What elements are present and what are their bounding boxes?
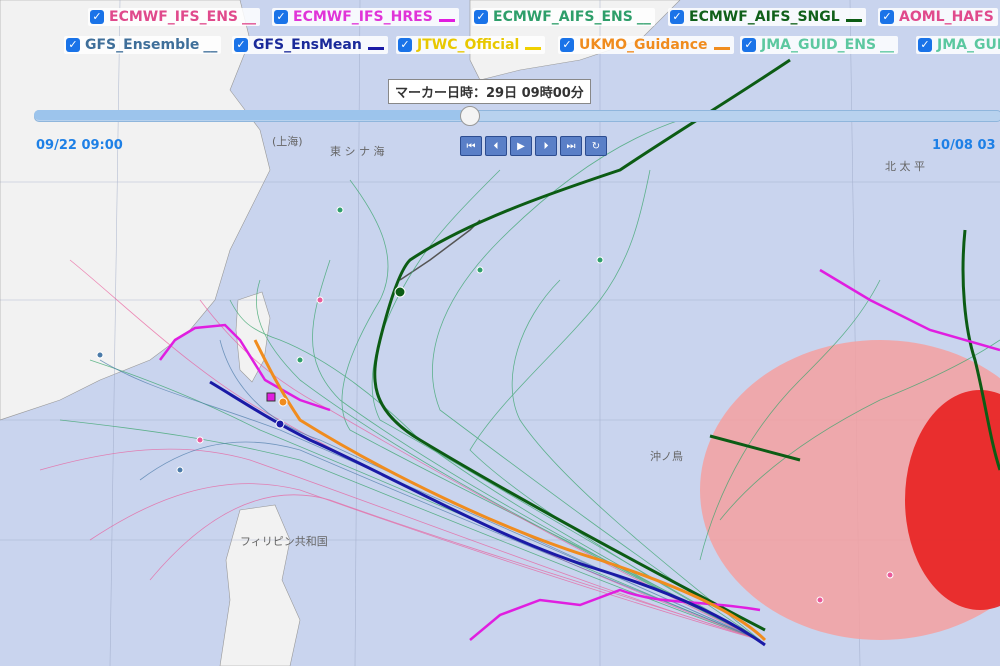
legend-suffix: __	[880, 37, 895, 53]
map-label-pacific: 北 太 平	[885, 160, 925, 173]
timeline-slider-fill	[34, 110, 469, 120]
legend-item-ecmwf-aifs-sngl[interactable]: ✓ ECMWF_AIFS_SNGL	[668, 8, 866, 26]
legend-item-gfs-ensmean[interactable]: ✓ GFS_EnsMean	[232, 36, 388, 54]
legend-line-swatch	[845, 18, 862, 22]
checkbox-checked-icon[interactable]: ✓	[274, 10, 288, 24]
legend-label: GFS_Ensemble	[85, 37, 200, 53]
legend-line-swatch	[438, 18, 455, 22]
legend-label: UKMO_Guidance	[579, 37, 708, 53]
checkbox-checked-icon[interactable]: ✓	[66, 38, 80, 52]
legend-line-swatch	[367, 46, 384, 50]
legend-item-aoml-hafs[interactable]: ✓ AOML_HAFS	[878, 8, 998, 26]
map-label-philippines: フィリピン共和国	[240, 535, 328, 548]
legend-suffix: __	[203, 37, 218, 53]
legend-line-swatch	[525, 46, 542, 50]
legend-item-jtwc-official[interactable]: ✓ JTWC_Official	[396, 36, 546, 54]
checkbox-checked-icon[interactable]: ✓	[398, 38, 412, 52]
last-frame-button[interactable]: ⏭	[560, 136, 582, 156]
legend-label: ECMWF_IFS_ENS	[109, 9, 238, 25]
checkbox-checked-icon[interactable]: ✓	[918, 38, 932, 52]
marker-time-label: マーカー日時：29日 09時00分	[388, 79, 591, 104]
timeline-slider-thumb[interactable]	[459, 106, 480, 126]
map-label-east-china-sea: 東 シ ナ 海	[330, 144, 385, 158]
map-label-shanghai: (上海)	[272, 134, 303, 148]
checkbox-checked-icon[interactable]: ✓	[560, 38, 574, 52]
legend-label: JTWC_Official	[417, 37, 520, 53]
play-button[interactable]: ▶	[510, 136, 532, 156]
legend-label: ECMWF_AIFS_SNGL	[689, 9, 840, 25]
legend-item-ukmo-guidance[interactable]: ✓ UKMO_Guidance	[558, 36, 734, 54]
legend-suffix: __	[636, 9, 651, 25]
legend-label: ECMWF_IFS_HRES	[293, 9, 433, 25]
legend-item-jma-guid-ens[interactable]: ✓ JMA_GUID_ENS __	[740, 36, 899, 54]
playback-controls: ⏮ ⏴ ▶ ⏵ ⏭ ↻	[460, 136, 607, 156]
checkbox-checked-icon[interactable]: ✓	[742, 38, 756, 52]
legend-line-swatch	[713, 46, 730, 50]
map-label-okino: 沖ノ鳥	[650, 449, 683, 463]
legend-suffix: __	[242, 9, 256, 25]
checkbox-checked-icon[interactable]: ✓	[670, 10, 684, 24]
step-back-button[interactable]: ⏴	[485, 136, 507, 156]
timeline-start-label: 09/22 09:00	[36, 138, 123, 153]
legend-label: GFS_EnsMean	[253, 37, 362, 53]
checkbox-checked-icon[interactable]: ✓	[880, 10, 894, 24]
legend-item-gfs-ensemble[interactable]: ✓ GFS_Ensemble __	[64, 36, 222, 54]
checkbox-checked-icon[interactable]: ✓	[474, 10, 488, 24]
legend-label: JMA_GUI	[937, 37, 1000, 53]
step-forward-button[interactable]: ⏵	[535, 136, 557, 156]
reset-button[interactable]: ↻	[585, 136, 607, 156]
checkbox-checked-icon[interactable]: ✓	[234, 38, 248, 52]
legend-item-jma-gui[interactable]: ✓ JMA_GUI	[916, 36, 1000, 54]
legend-label: AOML_HAFS	[899, 9, 994, 25]
legend-item-ecmwf-aifs-ens[interactable]: ✓ ECMWF_AIFS_ENS __	[472, 8, 655, 26]
legend-item-ecmwf-ifs-hres[interactable]: ✓ ECMWF_IFS_HRES	[272, 8, 459, 26]
first-frame-button[interactable]: ⏮	[460, 136, 482, 156]
timeline-end-label: 10/08 03	[932, 138, 996, 153]
checkbox-checked-icon[interactable]: ✓	[90, 10, 104, 24]
legend-item-ecmwf-ifs-ens[interactable]: ✓ ECMWF_IFS_ENS __	[88, 8, 260, 26]
legend-label: ECMWF_AIFS_ENS	[493, 9, 633, 25]
legend-label: JMA_GUID_ENS	[761, 37, 877, 53]
